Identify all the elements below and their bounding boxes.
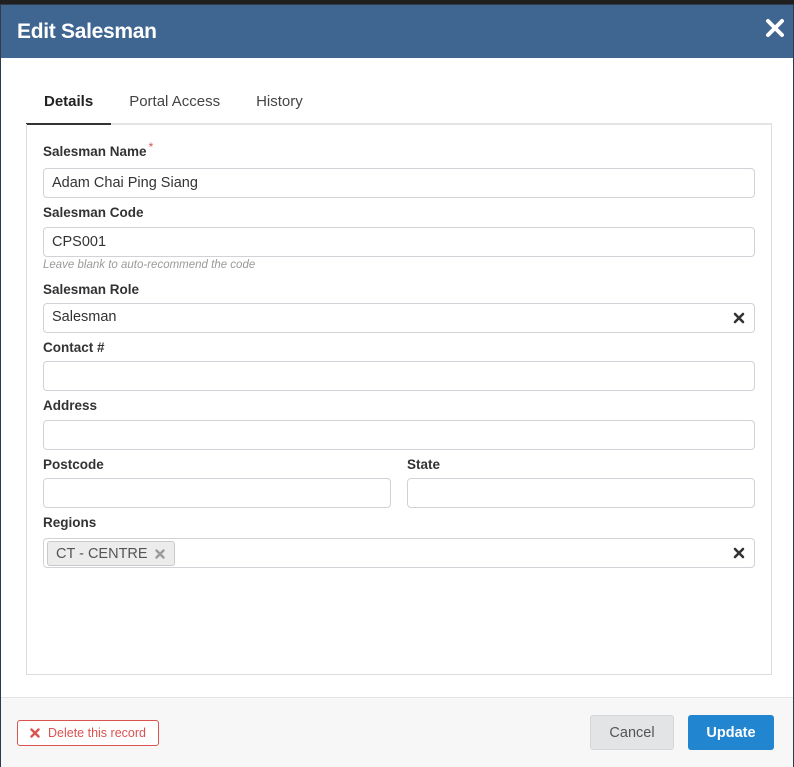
address-input[interactable]: [43, 420, 755, 450]
delete-x-icon: [30, 728, 40, 738]
salesman-code-input[interactable]: [43, 227, 755, 257]
update-button[interactable]: Update: [688, 715, 774, 750]
tab-details[interactable]: Details: [26, 81, 112, 125]
modal-header: Edit Salesman: [1, 5, 793, 58]
address-label: Address: [43, 398, 98, 413]
regions-label: Regions: [43, 515, 97, 530]
edit-salesman-modal: Edit Salesman Details Portal Access Hist…: [0, 4, 794, 767]
tab-bar: Details Portal Access History: [26, 81, 772, 125]
region-chip-label: CT - CENTRE: [56, 545, 148, 562]
region-chip: CT - CENTRE: [47, 541, 175, 566]
close-icon[interactable]: [765, 18, 785, 38]
salesman-code-hint: Leave blank to auto-recommend the code: [43, 259, 256, 271]
state-input[interactable]: [407, 478, 755, 508]
cancel-button[interactable]: Cancel: [590, 715, 674, 750]
contact-input[interactable]: [43, 361, 755, 391]
required-mark: *: [148, 140, 154, 154]
modal-footer: Delete this record Cancel Update: [1, 697, 793, 767]
salesman-role-value: Salesman: [52, 309, 117, 325]
salesman-name-label-text: Salesman Name: [43, 144, 147, 159]
state-label: State: [407, 457, 441, 472]
delete-record-label: Delete this record: [48, 726, 146, 740]
salesman-role-select[interactable]: Salesman: [43, 303, 755, 333]
clear-icon[interactable]: [732, 311, 746, 325]
tab-portal-access[interactable]: Portal Access: [111, 81, 238, 125]
postcode-label: Postcode: [43, 457, 104, 472]
salesman-name-input[interactable]: [43, 168, 755, 198]
delete-record-button[interactable]: Delete this record: [17, 720, 159, 746]
remove-chip-icon[interactable]: [154, 548, 166, 560]
clear-icon[interactable]: [732, 546, 746, 560]
postcode-input[interactable]: [43, 478, 391, 508]
salesman-name-label: Salesman Name *: [43, 140, 153, 159]
contact-label: Contact #: [43, 340, 105, 355]
modal-title: Edit Salesman: [17, 19, 157, 43]
salesman-role-label: Salesman Role: [43, 282, 140, 297]
details-panel: Salesman Name* Salesman Code Leave blank…: [26, 124, 772, 675]
regions-multiselect[interactable]: CT - CENTRE: [43, 538, 755, 568]
salesman-code-label: Salesman Code: [43, 205, 144, 220]
tab-history[interactable]: History: [238, 81, 321, 125]
